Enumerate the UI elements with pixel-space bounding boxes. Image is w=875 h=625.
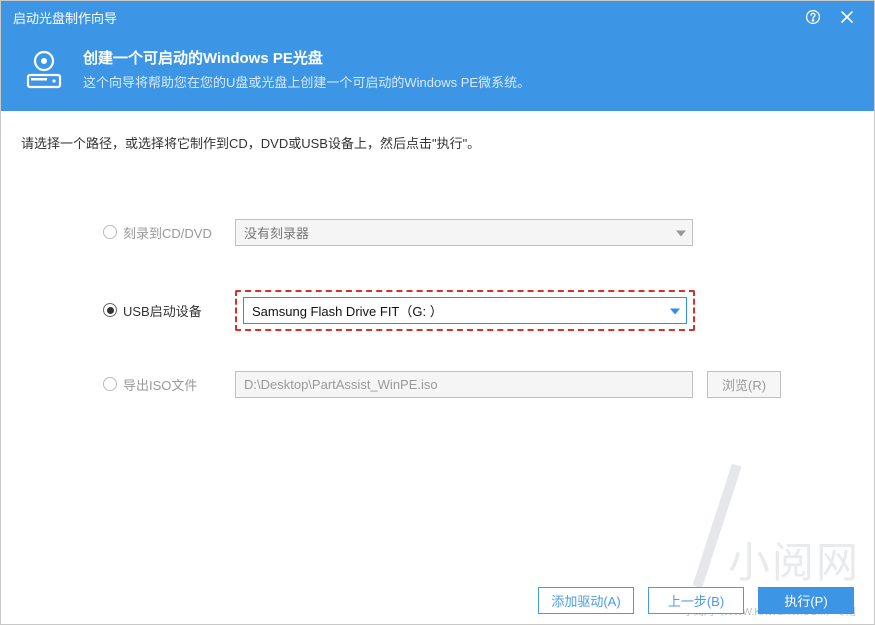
prev-button[interactable]: 上一步(B) xyxy=(648,587,744,614)
radio-usb-label: USB启动设备 xyxy=(123,301,202,320)
highlight-box: Samsung Flash Drive FIT（G: ） xyxy=(235,290,695,331)
radio-cd[interactable]: 刻录到CD/DVD xyxy=(103,223,235,242)
cd-field: 没有刻录器 xyxy=(235,219,790,246)
chevron-down-icon xyxy=(676,225,686,240)
titlebar: 启动光盘制作向导 xyxy=(1,1,874,33)
help-icon[interactable] xyxy=(796,1,830,33)
cd-select: 没有刻录器 xyxy=(235,219,693,246)
radio-cd-label: 刻录到CD/DVD xyxy=(123,223,212,242)
usb-select-value: Samsung Flash Drive FIT（G: ） xyxy=(252,301,443,320)
radio-icon xyxy=(103,377,117,391)
iso-path-value: D:\Desktop\PartAssist_WinPE.iso xyxy=(244,377,438,392)
footer: 添加驱动(A) 上一步(B) 执行(P) xyxy=(1,577,874,624)
radio-iso[interactable]: 导出ISO文件 xyxy=(103,375,235,394)
watermark: 小阅网 xyxy=(712,462,860,590)
banner-heading: 创建一个可启动的Windows PE光盘 xyxy=(83,47,530,68)
radio-iso-label: 导出ISO文件 xyxy=(123,375,197,394)
disc-burner-icon xyxy=(21,47,67,93)
content: 请选择一个路径，或选择将它制作到CD，DVD或USB设备上，然后点击"执行"。 … xyxy=(1,111,874,624)
banner: 创建一个可启动的Windows PE光盘 这个向导将帮助您在您的U盘或光盘上创建… xyxy=(1,33,874,111)
radio-icon xyxy=(103,303,117,317)
chevron-down-icon xyxy=(670,303,680,318)
option-usb-row: USB启动设备 Samsung Flash Drive FIT（G: ） xyxy=(103,290,854,330)
iso-field: D:\Desktop\PartAssist_WinPE.iso 浏览(R) xyxy=(235,371,790,398)
run-button[interactable]: 执行(P) xyxy=(758,587,854,614)
option-iso-row: 导出ISO文件 D:\Desktop\PartAssist_WinPE.iso … xyxy=(103,364,854,404)
banner-sub: 这个向导将帮助您在您的U盘或光盘上创建一个可启动的Windows PE微系统。 xyxy=(83,72,530,91)
options-group: 刻录到CD/DVD 没有刻录器 USB启动设备 Samsung Fla xyxy=(21,212,854,404)
option-cd-row: 刻录到CD/DVD 没有刻录器 xyxy=(103,212,854,252)
usb-select[interactable]: Samsung Flash Drive FIT（G: ） xyxy=(243,297,687,324)
close-icon[interactable] xyxy=(830,1,864,33)
radio-icon xyxy=(103,225,117,239)
cd-select-value: 没有刻录器 xyxy=(244,223,309,242)
instruction-text: 请选择一个路径，或选择将它制作到CD，DVD或USB设备上，然后点击"执行"。 xyxy=(21,133,854,152)
add-driver-button[interactable]: 添加驱动(A) xyxy=(538,587,634,614)
watermark-bar xyxy=(692,464,741,589)
banner-text: 创建一个可启动的Windows PE光盘 这个向导将帮助您在您的U盘或光盘上创建… xyxy=(83,47,530,91)
browse-button: 浏览(R) xyxy=(707,371,781,398)
window-title: 启动光盘制作向导 xyxy=(13,8,796,27)
iso-path-input: D:\Desktop\PartAssist_WinPE.iso xyxy=(235,371,693,398)
radio-usb[interactable]: USB启动设备 xyxy=(103,301,235,320)
usb-field: Samsung Flash Drive FIT（G: ） xyxy=(235,290,790,331)
